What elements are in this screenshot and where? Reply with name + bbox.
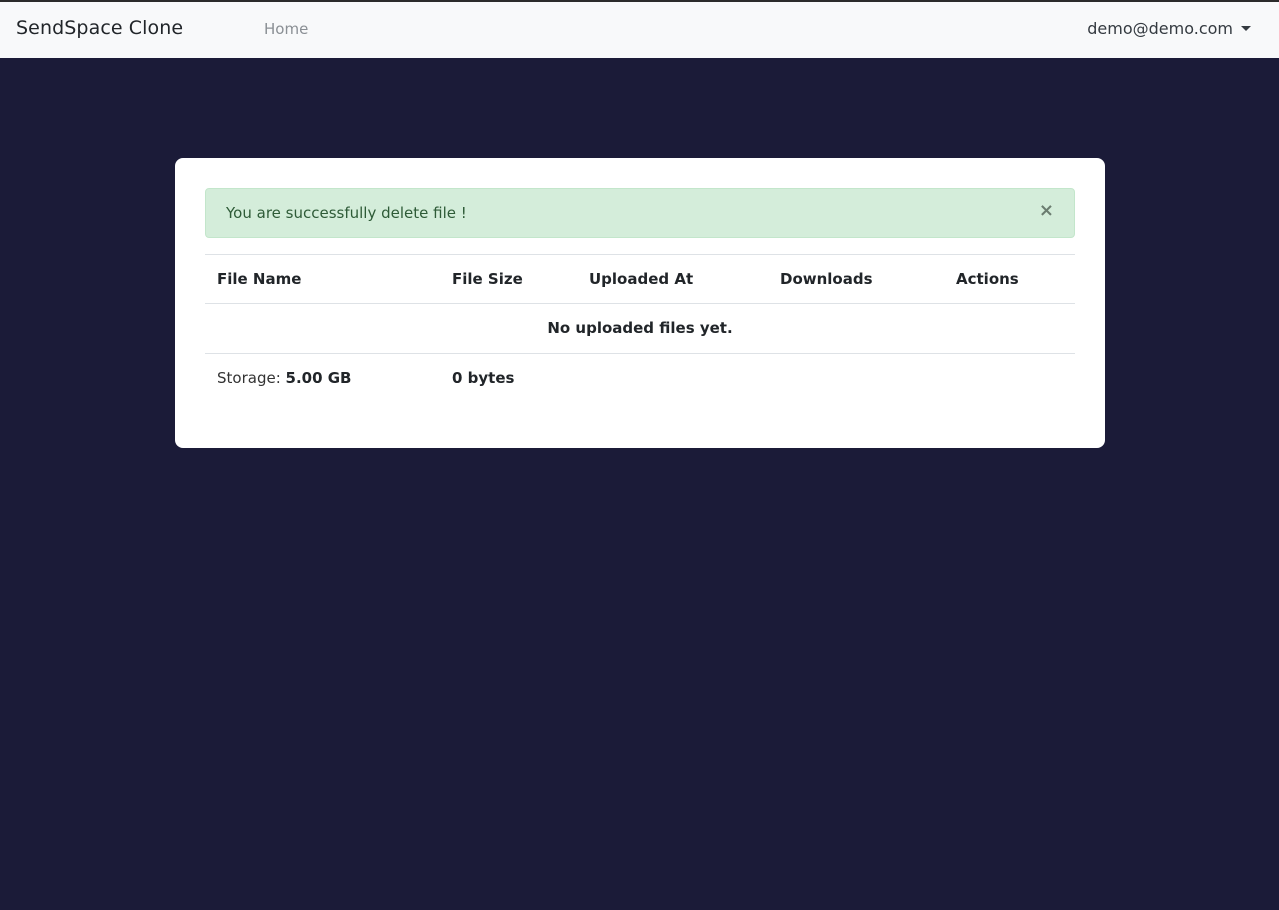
user-email: demo@demo.com [1087,19,1233,38]
caret-down-icon [1241,26,1251,31]
header-actions: Actions [956,270,1019,288]
table-header-row: File Name File Size Uploaded At Download… [205,254,1075,304]
storage-total: 5.00 GB [285,369,352,387]
navbar: SendSpace Clone Home demo@demo.com [0,2,1279,58]
user-dropdown-toggle[interactable]: demo@demo.com [1087,19,1251,38]
header-downloads: Downloads [780,270,873,288]
storage-summary: Storage: 5.00 GB [217,369,352,387]
storage-label: Storage: [217,369,286,387]
storage-row: Storage: 5.00 GB 0 bytes [205,353,1075,402]
header-file-name: File Name [217,270,302,288]
table-empty-row: No uploaded files yet. [205,304,1075,353]
files-card: You are successfully delete file ! × Fil… [175,158,1105,448]
files-table: File Name File Size Uploaded At Download… [205,254,1075,402]
storage-used: 0 bytes [452,369,515,387]
success-alert: You are successfully delete file ! × [205,188,1075,238]
brand-logo-link[interactable]: SendSpace Clone [16,17,183,39]
header-uploaded-at: Uploaded At [589,270,694,288]
alert-message: You are successfully delete file ! [226,204,467,222]
close-icon[interactable]: × [1039,202,1054,220]
nav-home-link[interactable]: Home [264,20,308,38]
empty-message: No uploaded files yet. [547,319,733,337]
header-file-size: File Size [452,270,523,288]
